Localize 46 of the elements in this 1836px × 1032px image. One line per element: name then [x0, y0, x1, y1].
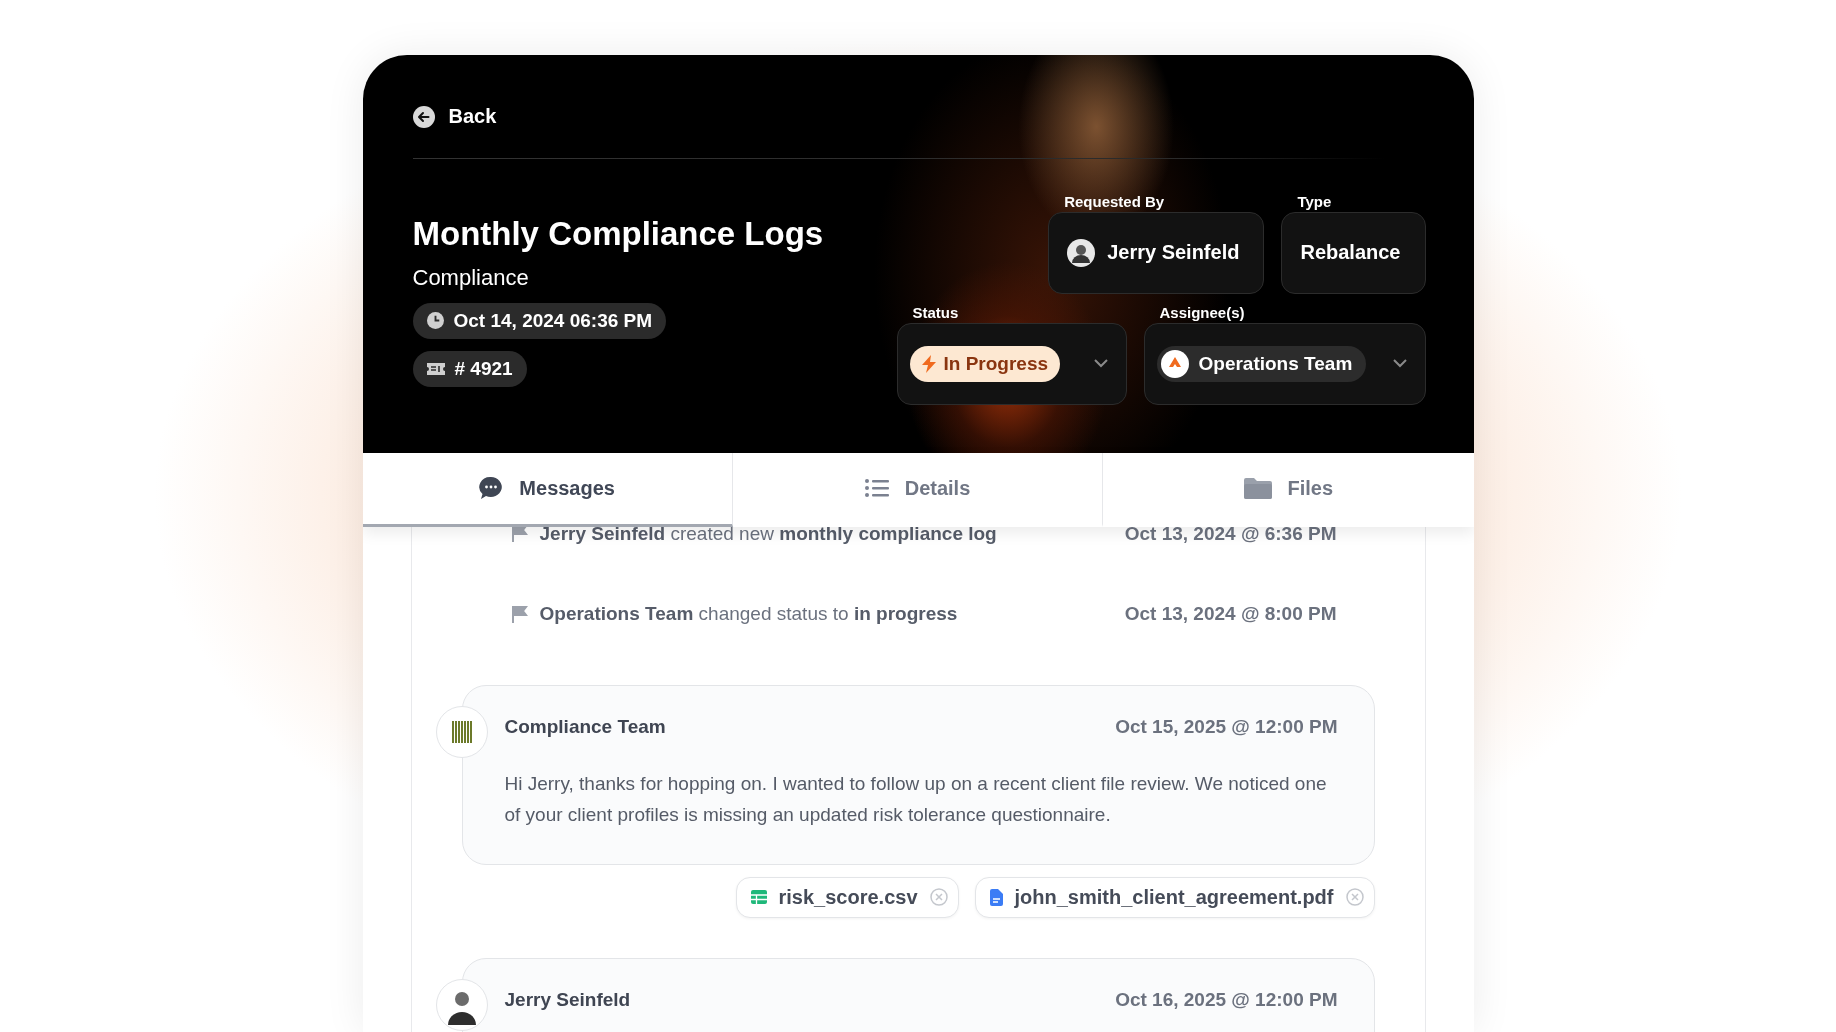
flag-icon — [511, 525, 528, 542]
field-label: Assignee(s) — [1159, 303, 1246, 321]
folder-icon — [1243, 477, 1272, 499]
field-label: Type — [1297, 192, 1333, 210]
message-time: Oct 15, 2025 @ 12:00 PM — [1115, 715, 1338, 738]
stripes-logo-icon — [451, 720, 472, 743]
message-author: Jerry Seinfeld — [504, 988, 631, 1011]
chevron-down-icon — [1392, 359, 1407, 368]
message-author: Compliance Team — [504, 715, 666, 738]
clock-icon — [426, 312, 444, 329]
request-category: Compliance — [412, 264, 529, 291]
assignee-chip: Operations Team — [1156, 345, 1367, 382]
request-title: Monthly Compliance Logs — [412, 214, 824, 253]
date-text: Oct 14, 2024 06:36 PM — [453, 309, 653, 332]
field-label: Status — [912, 303, 960, 321]
team-logo-icon — [1160, 349, 1189, 378]
ticket-icon — [426, 361, 445, 376]
message-time: Oct 16, 2025 @ 12:00 PM — [1115, 988, 1338, 1011]
field-value: Jerry Seinfeld — [1107, 241, 1240, 264]
tab[interactable]: Details — [732, 452, 1104, 527]
activity-time: Oct 13, 2024 @ 8:00 PM — [1124, 603, 1337, 625]
field-label: Requested By — [1064, 192, 1166, 210]
attachment-chip[interactable]: john_smith_client_agreement.pdf — [974, 876, 1375, 918]
spreadsheet-icon — [750, 890, 767, 904]
file-name: risk_score.csv — [778, 885, 918, 909]
activity-text: Operations Team changed status to in progress — [539, 603, 959, 625]
tab[interactable]: Messages — [362, 452, 733, 527]
ticket-number: # 4921 — [454, 357, 513, 380]
status-dropdown[interactable]: In Progress — [896, 322, 1127, 405]
flag-icon — [511, 605, 528, 623]
back-button[interactable]: Back — [412, 105, 497, 128]
field-value: Rebalance — [1300, 241, 1401, 264]
chevron-down-icon — [1093, 359, 1108, 368]
status-badge: In Progress — [909, 345, 1061, 382]
message-text: Hi Jerry, thanks for hopping on. I wanted to follow up on a recent client file review. We noticed one of your client profiles is missing an updated risk tolerance questionnaire. — [504, 771, 1328, 827]
list-icon — [864, 478, 889, 498]
document-icon — [989, 888, 1003, 906]
chat-bubble-icon — [479, 476, 504, 500]
tab[interactable]: Files — [1103, 452, 1474, 527]
attachment-chip[interactable]: risk_score.csv — [735, 876, 959, 918]
lightning-icon — [921, 354, 936, 373]
remove-icon[interactable] — [1345, 888, 1364, 906]
file-name: john_smith_client_agreement.pdf — [1014, 885, 1334, 909]
remove-icon[interactable] — [929, 888, 948, 906]
avatar-icon — [1067, 238, 1096, 267]
assignee-dropdown[interactable]: Operations Team — [1143, 322, 1426, 405]
